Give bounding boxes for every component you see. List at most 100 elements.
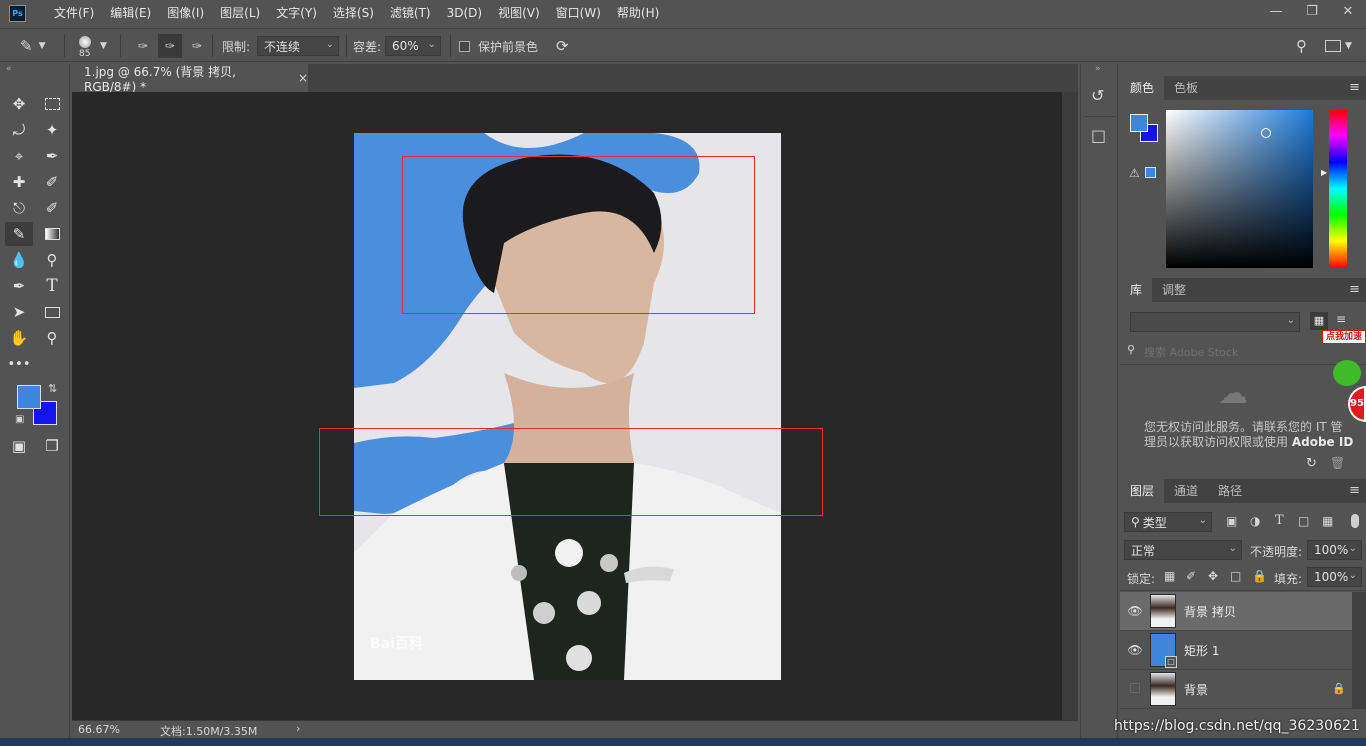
menu-3d[interactable]: 3D(D) <box>439 0 490 26</box>
filter-pixel-icon[interactable]: ▣ <box>1226 514 1237 528</box>
tool-preset-picker[interactable]: ✎ ▼ <box>20 29 46 63</box>
lock-position-icon[interactable]: ✥ <box>1208 569 1218 583</box>
boost-label[interactable]: 点我加速 <box>1322 330 1366 344</box>
menu-filter[interactable]: 滤镜(T) <box>382 0 439 26</box>
adobe-id-link[interactable]: Adobe ID <box>1292 435 1353 449</box>
minimize-icon[interactable]: — <box>1258 0 1294 22</box>
boost-badge[interactable]: 95 <box>1348 386 1366 422</box>
color-field[interactable] <box>1166 110 1313 268</box>
history-brush-tool-icon[interactable]: ✐ <box>38 196 66 220</box>
pen-tool-icon[interactable]: ✒ <box>5 274 33 298</box>
layer-name[interactable]: 背景 <box>1184 681 1208 698</box>
protect-foreground-checkbox[interactable]: 保护前景色 <box>459 29 538 63</box>
eraser-tool-icon[interactable]: ✎ <box>5 222 33 246</box>
type-tool-icon[interactable]: T <box>38 274 66 298</box>
vertical-scrollbar[interactable] <box>1062 92 1078 720</box>
layer-row[interactable]: 👁 □ 矩形 1 <box>1120 631 1352 670</box>
panel-menu-icon[interactable]: ≡ <box>1349 282 1360 297</box>
lasso-tool-icon[interactable]: ⤾ <box>5 118 33 142</box>
tab-channels[interactable]: 通道 <box>1164 479 1208 503</box>
tab-layers[interactable]: 图层 <box>1120 479 1165 503</box>
menu-edit[interactable]: 编辑(E) <box>102 0 159 26</box>
layer-filter-select[interactable]: ⚲ 类型 ⌄ <box>1124 512 1212 532</box>
sample-once-icon[interactable]: ✑ <box>158 34 182 58</box>
zoom-level[interactable]: 66.67% <box>78 723 120 736</box>
grid-view-icon[interactable]: ▦ <box>1310 312 1328 330</box>
3d-panel-icon[interactable]: □ <box>1091 126 1106 145</box>
fill-input[interactable]: 100% ⌄ <box>1307 567 1362 587</box>
chevron-right-icon[interactable]: › <box>296 722 300 735</box>
expand-icon[interactable]: » <box>1095 64 1101 74</box>
eyedropper-tool-icon[interactable]: ✒ <box>38 144 66 168</box>
pressure-icon[interactable]: ⟳ <box>556 29 569 63</box>
tab-adjustments[interactable]: 调整 <box>1152 278 1196 302</box>
swap-colors-icon[interactable]: ⇅ <box>48 382 57 395</box>
brush-size-picker[interactable]: 85 ▼ <box>76 29 107 63</box>
menu-view[interactable]: 视图(V) <box>490 0 548 26</box>
layers-scrollbar[interactable] <box>1352 592 1366 709</box>
lock-all-icon[interactable]: 🔒 <box>1252 569 1267 583</box>
tab-color[interactable]: 颜色 <box>1120 76 1165 100</box>
color-picker-cursor[interactable] <box>1261 128 1271 138</box>
filter-smart-object-icon[interactable]: ▦ <box>1322 514 1333 528</box>
selection-rect-1[interactable] <box>402 156 755 314</box>
menu-type[interactable]: 文字(Y) <box>268 0 325 26</box>
screen-mode-icon[interactable]: ❐ <box>38 434 66 458</box>
workspace-icon[interactable]: ▼ <box>1325 29 1352 63</box>
hue-slider[interactable] <box>1329 110 1347 268</box>
quick-select-tool-icon[interactable]: ✦ <box>38 118 66 142</box>
default-colors-icon[interactable]: ▣ <box>15 414 24 425</box>
eye-icon[interactable]: 👁 <box>1120 604 1150 618</box>
search-icon[interactable]: ⚲ <box>1296 29 1307 63</box>
restore-icon[interactable]: ❐ <box>1294 0 1330 22</box>
menu-select[interactable]: 选择(S) <box>325 0 382 26</box>
opacity-input[interactable]: 100% ⌄ <box>1307 540 1362 560</box>
menu-image[interactable]: 图像(I) <box>159 0 212 26</box>
menu-file[interactable]: 文件(F) <box>46 0 102 26</box>
visibility-toggle[interactable] <box>1120 682 1150 696</box>
sample-continuous-icon[interactable]: ✑ <box>132 39 154 53</box>
menu-window[interactable]: 窗口(W) <box>548 0 609 26</box>
tab-libraries[interactable]: 库 <box>1120 278 1153 302</box>
lock-transparent-icon[interactable]: ▦ <box>1164 569 1175 583</box>
panel-menu-icon[interactable]: ≡ <box>1349 483 1360 498</box>
stock-search-input[interactable]: 搜索 Adobe Stock <box>1144 344 1238 360</box>
brush-tool-icon[interactable]: ✐ <box>38 170 66 194</box>
sync-icon[interactable]: ↻ <box>1306 456 1317 471</box>
marquee-tool-icon[interactable] <box>38 92 66 116</box>
filter-toggle[interactable] <box>1351 514 1359 528</box>
selection-rect-2[interactable] <box>319 428 823 516</box>
trash-icon[interactable]: 🗑 <box>1330 456 1345 470</box>
fg-swatch[interactable] <box>1130 114 1148 132</box>
sample-background-icon[interactable]: ✑ <box>186 39 208 53</box>
layer-row[interactable]: 背景 🔒 <box>1120 670 1352 709</box>
list-view-icon[interactable]: ≡ <box>1336 312 1346 326</box>
collapse-icon[interactable]: « <box>6 64 12 74</box>
close-tab-icon[interactable]: × <box>298 71 308 85</box>
zoom-tool-icon[interactable]: ⚲ <box>38 326 66 350</box>
eye-icon[interactable]: 👁 <box>1120 643 1150 657</box>
document-tab[interactable]: 1.jpg @ 66.7% (背景 拷贝, RGB/8#) * × <box>72 64 308 94</box>
blend-mode-select[interactable]: 正常 ⌄ <box>1124 540 1242 560</box>
panel-menu-icon[interactable]: ≡ <box>1349 80 1360 95</box>
websafe-swatch[interactable] <box>1145 167 1156 178</box>
menu-layer[interactable]: 图层(L) <box>212 0 268 26</box>
layer-row[interactable]: 👁 背景 拷贝 <box>1120 592 1352 631</box>
move-tool-icon[interactable]: ✥ <box>5 92 33 116</box>
tab-paths[interactable]: 路径 <box>1208 479 1252 503</box>
foreground-color-swatch[interactable] <box>17 385 41 409</box>
tab-swatches[interactable]: 色板 <box>1164 76 1208 100</box>
lock-artboard-icon[interactable]: □ <box>1230 569 1241 583</box>
crop-tool-icon[interactable]: ⌖ <box>5 144 33 168</box>
tolerance-input[interactable]: 60% ⌄ <box>385 36 441 56</box>
more-tools-icon[interactable]: ••• <box>5 352 33 376</box>
layer-name[interactable]: 矩形 1 <box>1184 642 1219 659</box>
healing-brush-tool-icon[interactable]: ✚ <box>5 170 33 194</box>
filter-adjustment-icon[interactable]: ◑ <box>1250 514 1260 528</box>
lock-pixels-icon[interactable]: ✐ <box>1186 569 1196 583</box>
dodge-tool-icon[interactable]: ⚲ <box>38 248 66 272</box>
hand-tool-icon[interactable]: ✋ <box>5 326 33 350</box>
stamp-tool-icon[interactable]: ⎋ <box>5 196 33 220</box>
hue-slider-handle[interactable]: ▶ <box>1321 168 1327 177</box>
boost-mascot-icon[interactable] <box>1333 360 1361 386</box>
